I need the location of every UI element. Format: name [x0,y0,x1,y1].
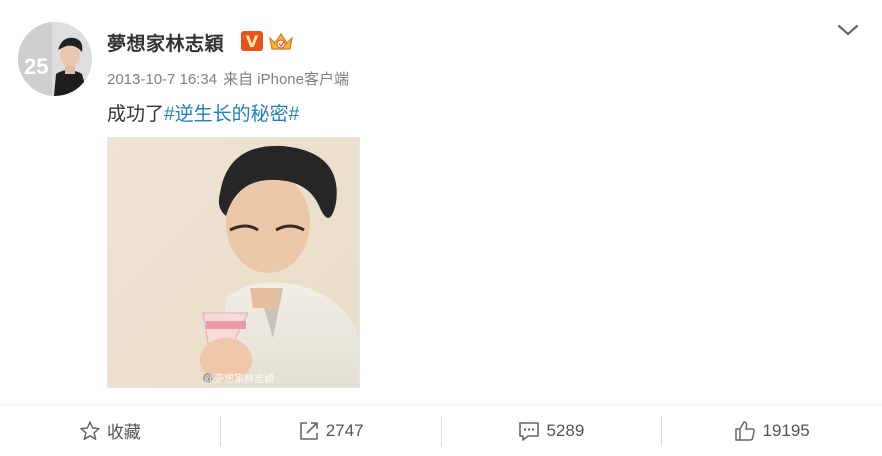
chevron-down-icon[interactable] [836,19,860,41]
crown-badge-icon[interactable] [267,29,295,53]
thumbs-up-icon [735,420,756,441]
favorite-label: 收藏 [106,423,141,442]
weibo-post: 25 夢想家林志穎 V 2013-10-7 16:34 来自 iPhone客户端 … [0,0,882,455]
post-source: 来自 iPhone客户端 [223,71,349,88]
post-photo [108,138,359,387]
post-text: 成功了#逆生长的秘密# [107,99,299,126]
avatar[interactable]: 25 [18,22,92,96]
share-count: 2747 [325,420,364,440]
share-icon [299,421,318,440]
favorite-button[interactable]: 收藏 [0,415,221,446]
like-count: 19195 [762,420,810,440]
post-image[interactable]: @夢想家林志穎 [107,137,360,388]
post-text-body: 成功了 [107,104,165,125]
avatar-overlay-text: 25 [24,54,48,79]
post-meta: 2013-10-7 16:34 来自 iPhone客户端 [107,68,349,89]
image-watermark: @夢想家林志穎 [204,374,275,385]
comment-button[interactable]: 5289 [442,415,663,446]
action-bar: 收藏 2747 5289 19195 [0,404,882,456]
share-button[interactable]: 2747 [221,415,442,446]
like-button[interactable]: 19195 [662,416,882,446]
comment-count: 5289 [546,420,585,440]
badges: V [241,29,295,53]
username[interactable]: 夢想家林志穎 [107,29,224,56]
verified-v-icon[interactable]: V [241,31,263,51]
timestamp[interactable]: 2013-10-7 16:34 [107,71,217,88]
comment-icon [519,421,540,441]
star-icon [80,420,100,440]
avatar-image: 25 [18,22,92,96]
hashtag-link[interactable]: #逆生长的秘密# [164,104,299,125]
